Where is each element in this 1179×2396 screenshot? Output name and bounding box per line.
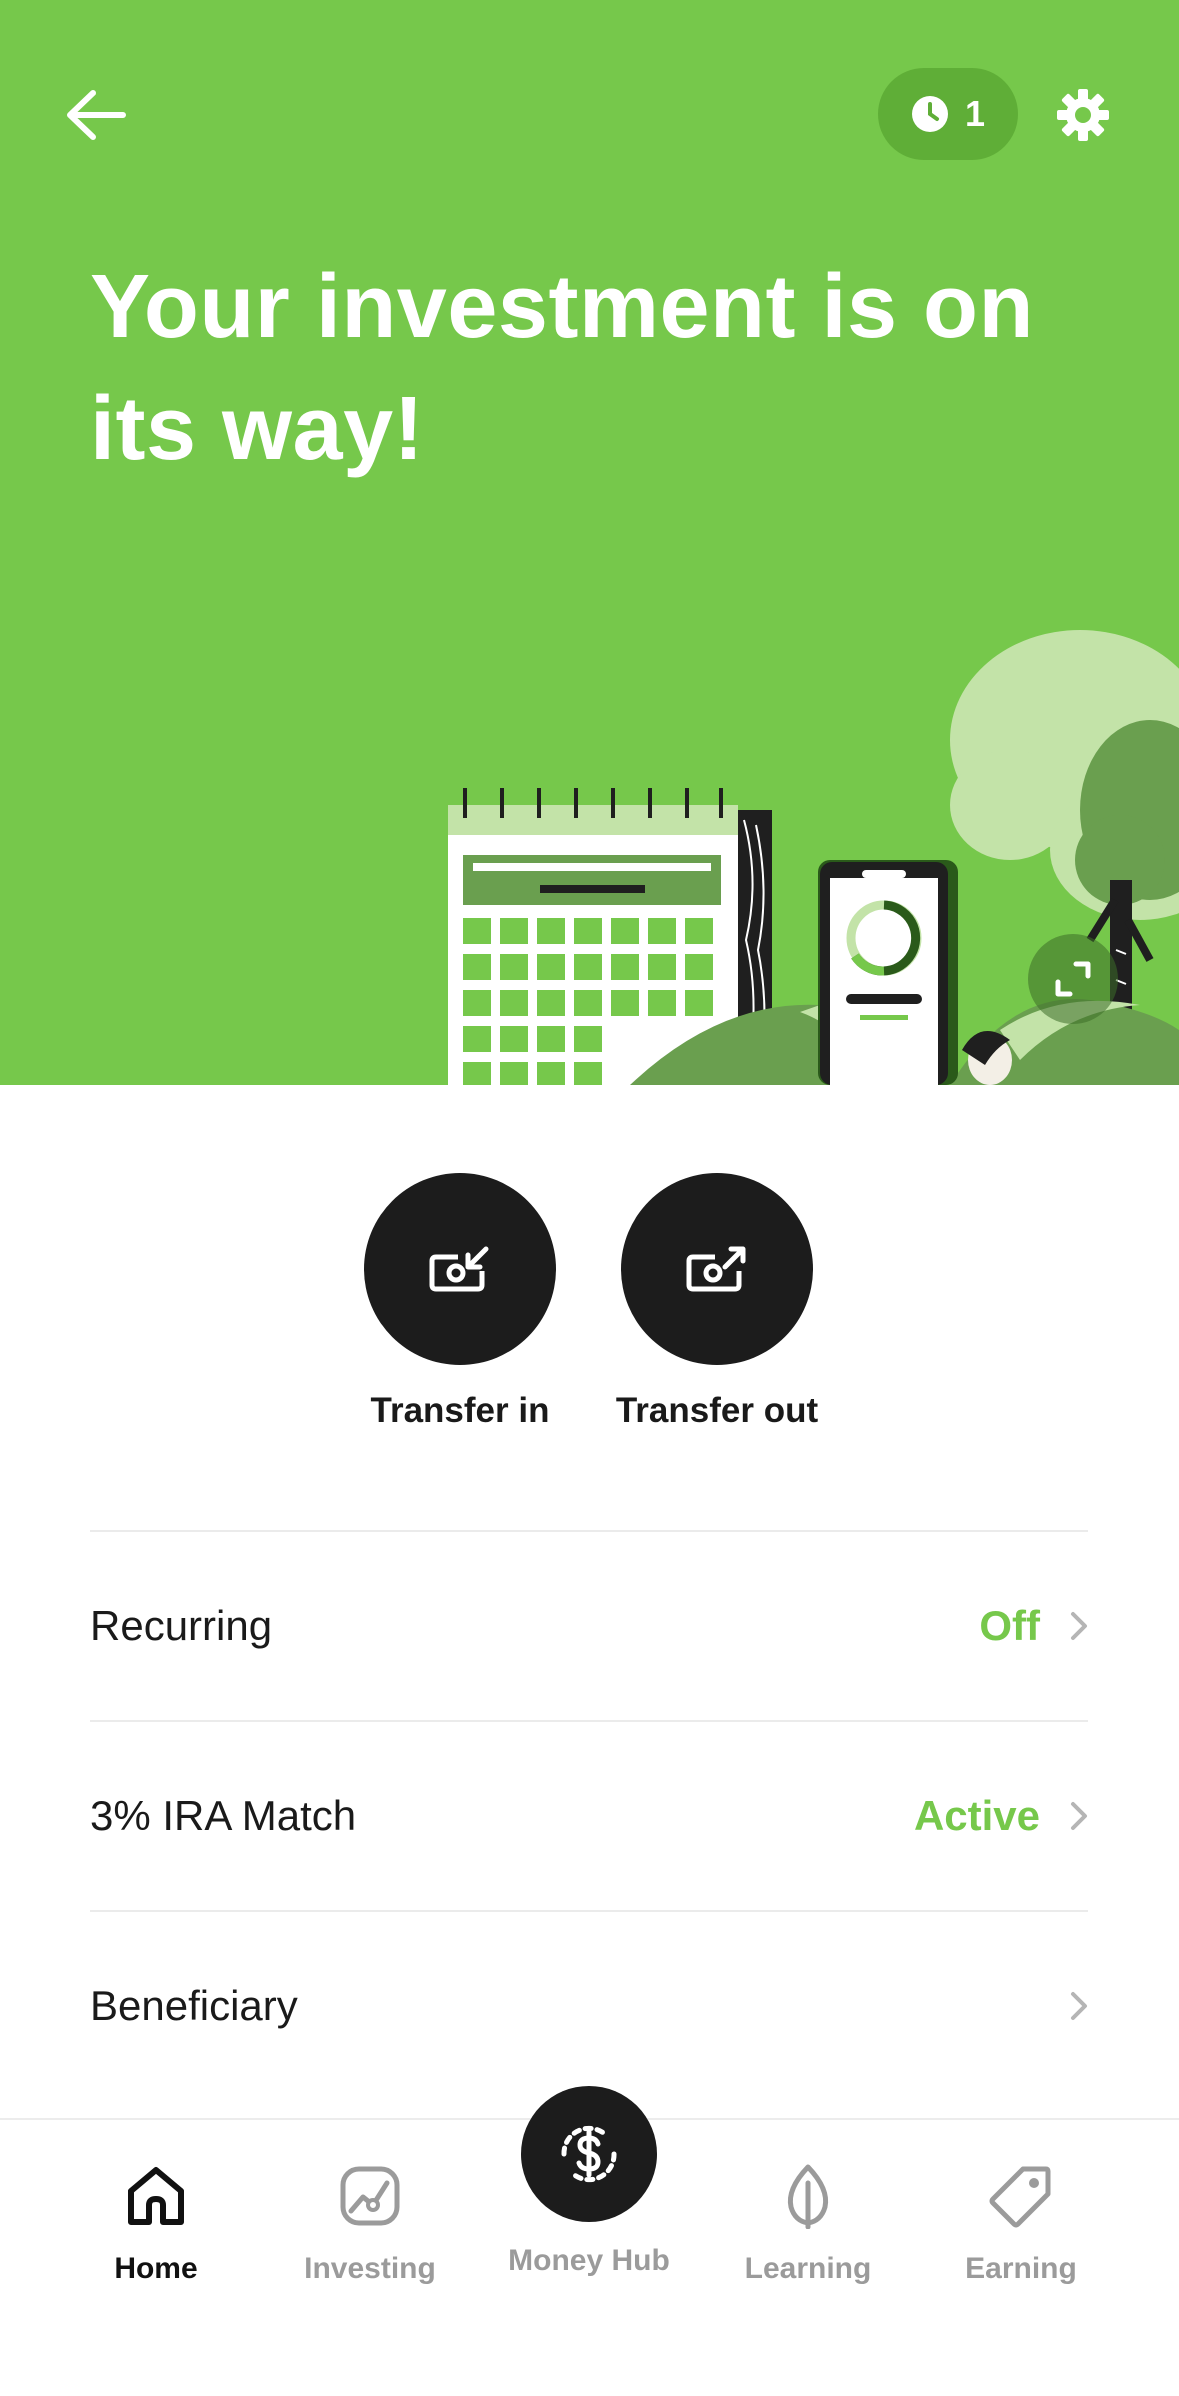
chart-icon: [340, 2166, 400, 2226]
arrow-left-icon: [67, 90, 126, 140]
tab-earning[interactable]: Earning: [921, 2160, 1121, 2286]
expand-icon: [1055, 961, 1091, 997]
settings-button[interactable]: [1052, 84, 1114, 146]
chevron-right-icon: [1071, 1612, 1087, 1640]
transfer-in-label: Transfer in: [370, 1391, 550, 1430]
recurring-status: Off: [979, 1602, 1040, 1649]
money-in-icon: [429, 1246, 489, 1292]
page-title: Your investment is on its way!: [90, 257, 1034, 479]
transfer-in-circle[interactable]: [364, 1173, 556, 1365]
tab-money-hub[interactable]: [521, 2086, 657, 2222]
transfer-out-circle[interactable]: [621, 1173, 813, 1365]
transfer-out-button[interactable]: Transfer out: [597, 1173, 837, 1431]
pending-transactions-badge[interactable]: 1: [878, 68, 1018, 160]
settings-list: Recurring Off 3% IRA Match Active Benefi…: [90, 1530, 1088, 2100]
tag-icon: [989, 2166, 1051, 2228]
chevron-right-icon: [1071, 1992, 1087, 2020]
expand-illustration-button[interactable]: [1028, 934, 1118, 1024]
pending-count: 1: [964, 93, 986, 134]
clock-icon: [911, 96, 948, 132]
recurring-row[interactable]: Recurring Off: [90, 1530, 1088, 1720]
tab-investing-label: Investing: [304, 2252, 436, 2285]
ira-match-label: 3% IRA Match: [90, 1792, 357, 1839]
beneficiary-label: Beneficiary: [90, 1982, 298, 2029]
hero-illustration: [448, 630, 1179, 1085]
tab-learning[interactable]: Learning: [708, 2160, 908, 2286]
ira-match-status: Active: [913, 1792, 1040, 1839]
transfer-in-button[interactable]: Transfer in: [340, 1173, 580, 1431]
back-button[interactable]: [58, 82, 134, 148]
tab-money-hub-label: Money Hub: [508, 2244, 670, 2277]
transfer-actions: Transfer in Transfer out: [0, 1173, 1179, 1443]
recurring-label: Recurring: [90, 1602, 273, 1649]
hero-banner: 1 Your investment is on its way!: [0, 0, 1179, 1085]
dollar-icon: [561, 2125, 617, 2183]
leaf-icon: [787, 2164, 829, 2229]
transfer-out-label: Transfer out: [615, 1391, 819, 1430]
ira-match-row[interactable]: 3% IRA Match Active: [90, 1720, 1088, 1910]
bottom-tab-bar: Home Investing Money Hub Learning Earnin…: [0, 2086, 1179, 2396]
tab-learning-label: Learning: [744, 2252, 872, 2285]
tab-investing[interactable]: Investing: [270, 2160, 470, 2286]
tab-home[interactable]: Home: [56, 2160, 256, 2286]
tab-home-label: Home: [114, 2252, 198, 2285]
gear-icon: [1057, 89, 1109, 141]
tab-earning-label: Earning: [965, 2252, 1077, 2285]
chevron-right-icon: [1071, 1802, 1087, 1830]
money-out-icon: [686, 1246, 746, 1292]
home-icon: [128, 2167, 184, 2225]
beneficiary-row[interactable]: Beneficiary: [90, 1910, 1088, 2100]
